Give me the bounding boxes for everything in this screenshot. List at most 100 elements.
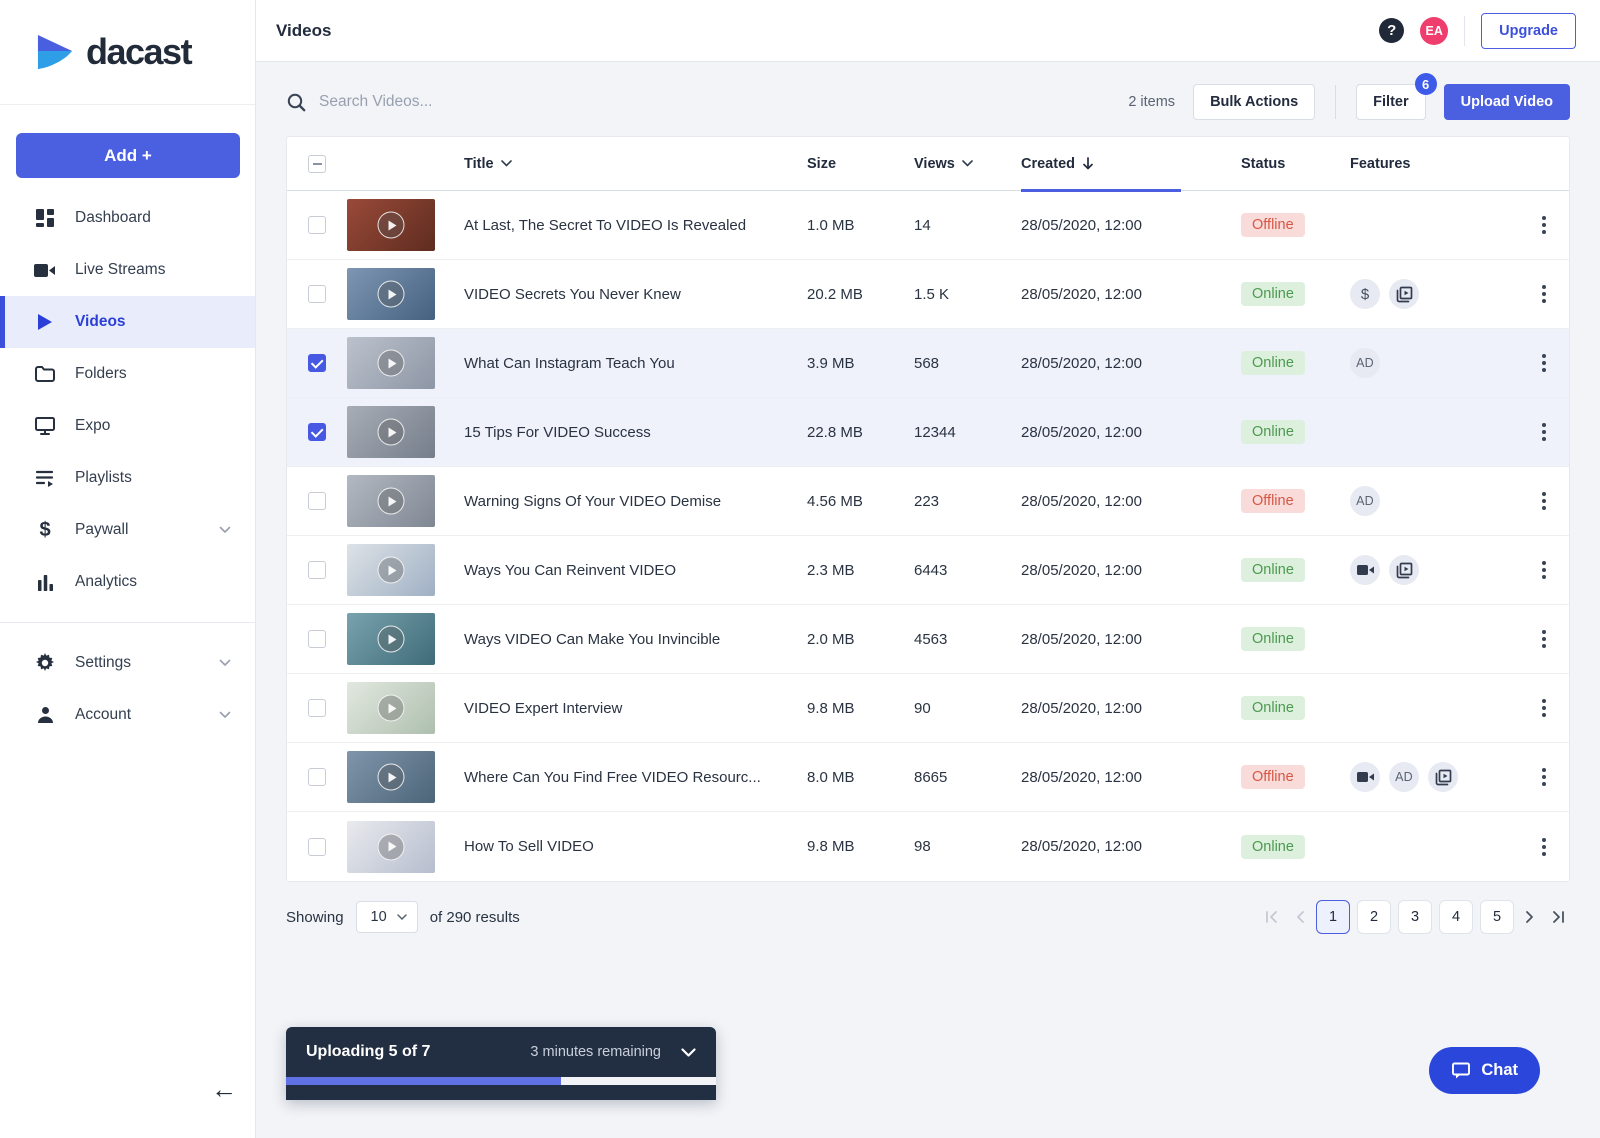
sidebar-item-videos[interactable]: Videos — [0, 296, 255, 348]
avatar[interactable]: EA — [1420, 17, 1448, 45]
previous-page-icon[interactable] — [1291, 906, 1309, 928]
page-button-2[interactable]: 2 — [1357, 900, 1391, 934]
sidebar-item-folders[interactable]: Folders — [0, 348, 255, 400]
dashboard-icon — [33, 208, 57, 228]
video-thumbnail — [347, 199, 435, 251]
kebab-menu-icon[interactable] — [1536, 279, 1552, 309]
table-row[interactable]: Ways You Can Reinvent VIDEO 2.3 MB 6443 … — [287, 536, 1569, 605]
video-title: VIDEO Secrets You Never Knew — [464, 286, 807, 303]
features-cell: AD — [1350, 486, 1518, 516]
column-header-views[interactable]: Views — [914, 137, 1021, 190]
play-overlay-icon — [378, 419, 405, 446]
row-checkbox[interactable] — [308, 354, 326, 372]
video-created: 28/05/2020, 12:00 — [1021, 838, 1241, 855]
page-button-5[interactable]: 5 — [1480, 900, 1514, 934]
table-row[interactable]: VIDEO Expert Interview 9.8 MB 90 28/05/2… — [287, 674, 1569, 743]
kebab-menu-icon[interactable] — [1536, 762, 1552, 792]
table-row[interactable]: Warning Signs Of Your VIDEO Demise 4.56 … — [287, 467, 1569, 536]
sidebar-item-expo[interactable]: Expo — [0, 400, 255, 452]
row-checkbox[interactable] — [308, 492, 326, 510]
help-icon[interactable]: ? — [1379, 18, 1404, 43]
column-header-status: Status — [1241, 137, 1350, 190]
sidebar-item-playlists[interactable]: Playlists — [0, 452, 255, 504]
sidebar-item-paywall[interactable]: $ Paywall — [0, 504, 255, 556]
video-thumbnail — [347, 475, 435, 527]
row-checkbox[interactable] — [308, 423, 326, 441]
sidebar: dacast Add + Dashboard Live Streams Vide… — [0, 0, 256, 1138]
kebab-menu-icon[interactable] — [1536, 624, 1552, 654]
row-checkbox[interactable] — [308, 768, 326, 786]
video-created: 28/05/2020, 12:00 — [1021, 217, 1241, 234]
videos-table: Title Size Views Created Status Features — [286, 136, 1570, 882]
table-row[interactable]: Ways VIDEO Can Make You Invincible 2.0 M… — [287, 605, 1569, 674]
play-overlay-icon — [378, 350, 405, 377]
video-title: VIDEO Expert Interview — [464, 700, 807, 717]
table-row[interactable]: At Last, The Secret To VIDEO Is Revealed… — [287, 191, 1569, 260]
table-row[interactable]: How To Sell VIDEO 9.8 MB 98 28/05/2020, … — [287, 812, 1569, 881]
select-all-checkbox[interactable] — [308, 155, 326, 173]
feature-camera-icon — [1350, 762, 1380, 792]
filter-button[interactable]: Filter — [1356, 84, 1425, 120]
sidebar-item-analytics[interactable]: Analytics — [0, 556, 255, 608]
brand-logo[interactable]: dacast — [0, 0, 255, 105]
kebab-menu-icon[interactable] — [1536, 348, 1552, 378]
video-views: 568 — [914, 355, 1021, 372]
video-size: 3.9 MB — [807, 355, 914, 372]
first-page-icon[interactable] — [1260, 906, 1284, 928]
kebab-menu-icon[interactable] — [1536, 555, 1552, 585]
last-page-icon[interactable] — [1546, 906, 1570, 928]
kebab-menu-icon[interactable] — [1536, 693, 1552, 723]
upgrade-button[interactable]: Upgrade — [1481, 13, 1576, 49]
kebab-menu-icon[interactable] — [1536, 832, 1552, 862]
column-header-size[interactable]: Size — [807, 137, 914, 190]
page-size-select[interactable]: 10 — [356, 901, 418, 933]
column-header-title[interactable]: Title — [464, 137, 807, 190]
video-thumbnail — [347, 268, 435, 320]
table-row[interactable]: 15 Tips For VIDEO Success 22.8 MB 12344 … — [287, 398, 1569, 467]
video-title: Ways VIDEO Can Make You Invincible — [464, 631, 807, 648]
chevron-down-icon[interactable] — [681, 1048, 696, 1057]
table-row[interactable]: Where Can You Find Free VIDEO Resourc...… — [287, 743, 1569, 812]
add-button[interactable]: Add + — [16, 133, 240, 178]
play-overlay-icon — [378, 488, 405, 515]
upload-video-button[interactable]: Upload Video — [1444, 84, 1570, 120]
video-thumbnail — [347, 751, 435, 803]
kebab-menu-icon[interactable] — [1536, 486, 1552, 516]
sidebar-item-dashboard[interactable]: Dashboard — [0, 192, 255, 244]
play-overlay-icon — [378, 557, 405, 584]
upload-time-remaining: 3 minutes remaining — [530, 1044, 661, 1060]
features-cell: AD — [1350, 348, 1518, 378]
next-page-icon[interactable] — [1521, 906, 1539, 928]
brand-name: dacast — [86, 31, 191, 73]
status-badge: Online — [1241, 835, 1305, 859]
row-checkbox[interactable] — [308, 838, 326, 856]
sidebar-item-account[interactable]: Account — [0, 689, 255, 741]
row-checkbox[interactable] — [308, 561, 326, 579]
sidebar-item-live-streams[interactable]: Live Streams — [0, 244, 255, 296]
page-button-3[interactable]: 3 — [1398, 900, 1432, 934]
table-row[interactable]: VIDEO Secrets You Never Knew 20.2 MB 1.5… — [287, 260, 1569, 329]
row-checkbox[interactable] — [308, 699, 326, 717]
kebab-menu-icon[interactable] — [1536, 210, 1552, 240]
page-button-4[interactable]: 4 — [1439, 900, 1473, 934]
column-header-features: Features — [1350, 137, 1518, 190]
table-row[interactable]: What Can Instagram Teach You 3.9 MB 568 … — [287, 329, 1569, 398]
column-header-created[interactable]: Created — [1021, 137, 1241, 190]
row-checkbox[interactable] — [308, 285, 326, 303]
row-checkbox[interactable] — [308, 216, 326, 234]
search-input[interactable] — [319, 93, 739, 111]
video-created: 28/05/2020, 12:00 — [1021, 631, 1241, 648]
upload-status-text: Uploading 5 of 7 — [306, 1043, 530, 1061]
bulk-actions-button[interactable]: Bulk Actions — [1193, 84, 1315, 120]
kebab-menu-icon[interactable] — [1536, 417, 1552, 447]
gear-icon — [33, 653, 57, 673]
page-button-1[interactable]: 1 — [1316, 900, 1350, 934]
showing-label: Showing — [286, 909, 344, 926]
chat-button[interactable]: Chat — [1429, 1047, 1540, 1094]
chat-bubble-icon — [1451, 1061, 1471, 1080]
sidebar-collapse-arrow-icon[interactable]: ← — [211, 1076, 237, 1102]
toast-footer — [286, 1085, 716, 1100]
feature-camera-icon — [1350, 555, 1380, 585]
row-checkbox[interactable] — [308, 630, 326, 648]
sidebar-item-settings[interactable]: Settings — [0, 637, 255, 689]
